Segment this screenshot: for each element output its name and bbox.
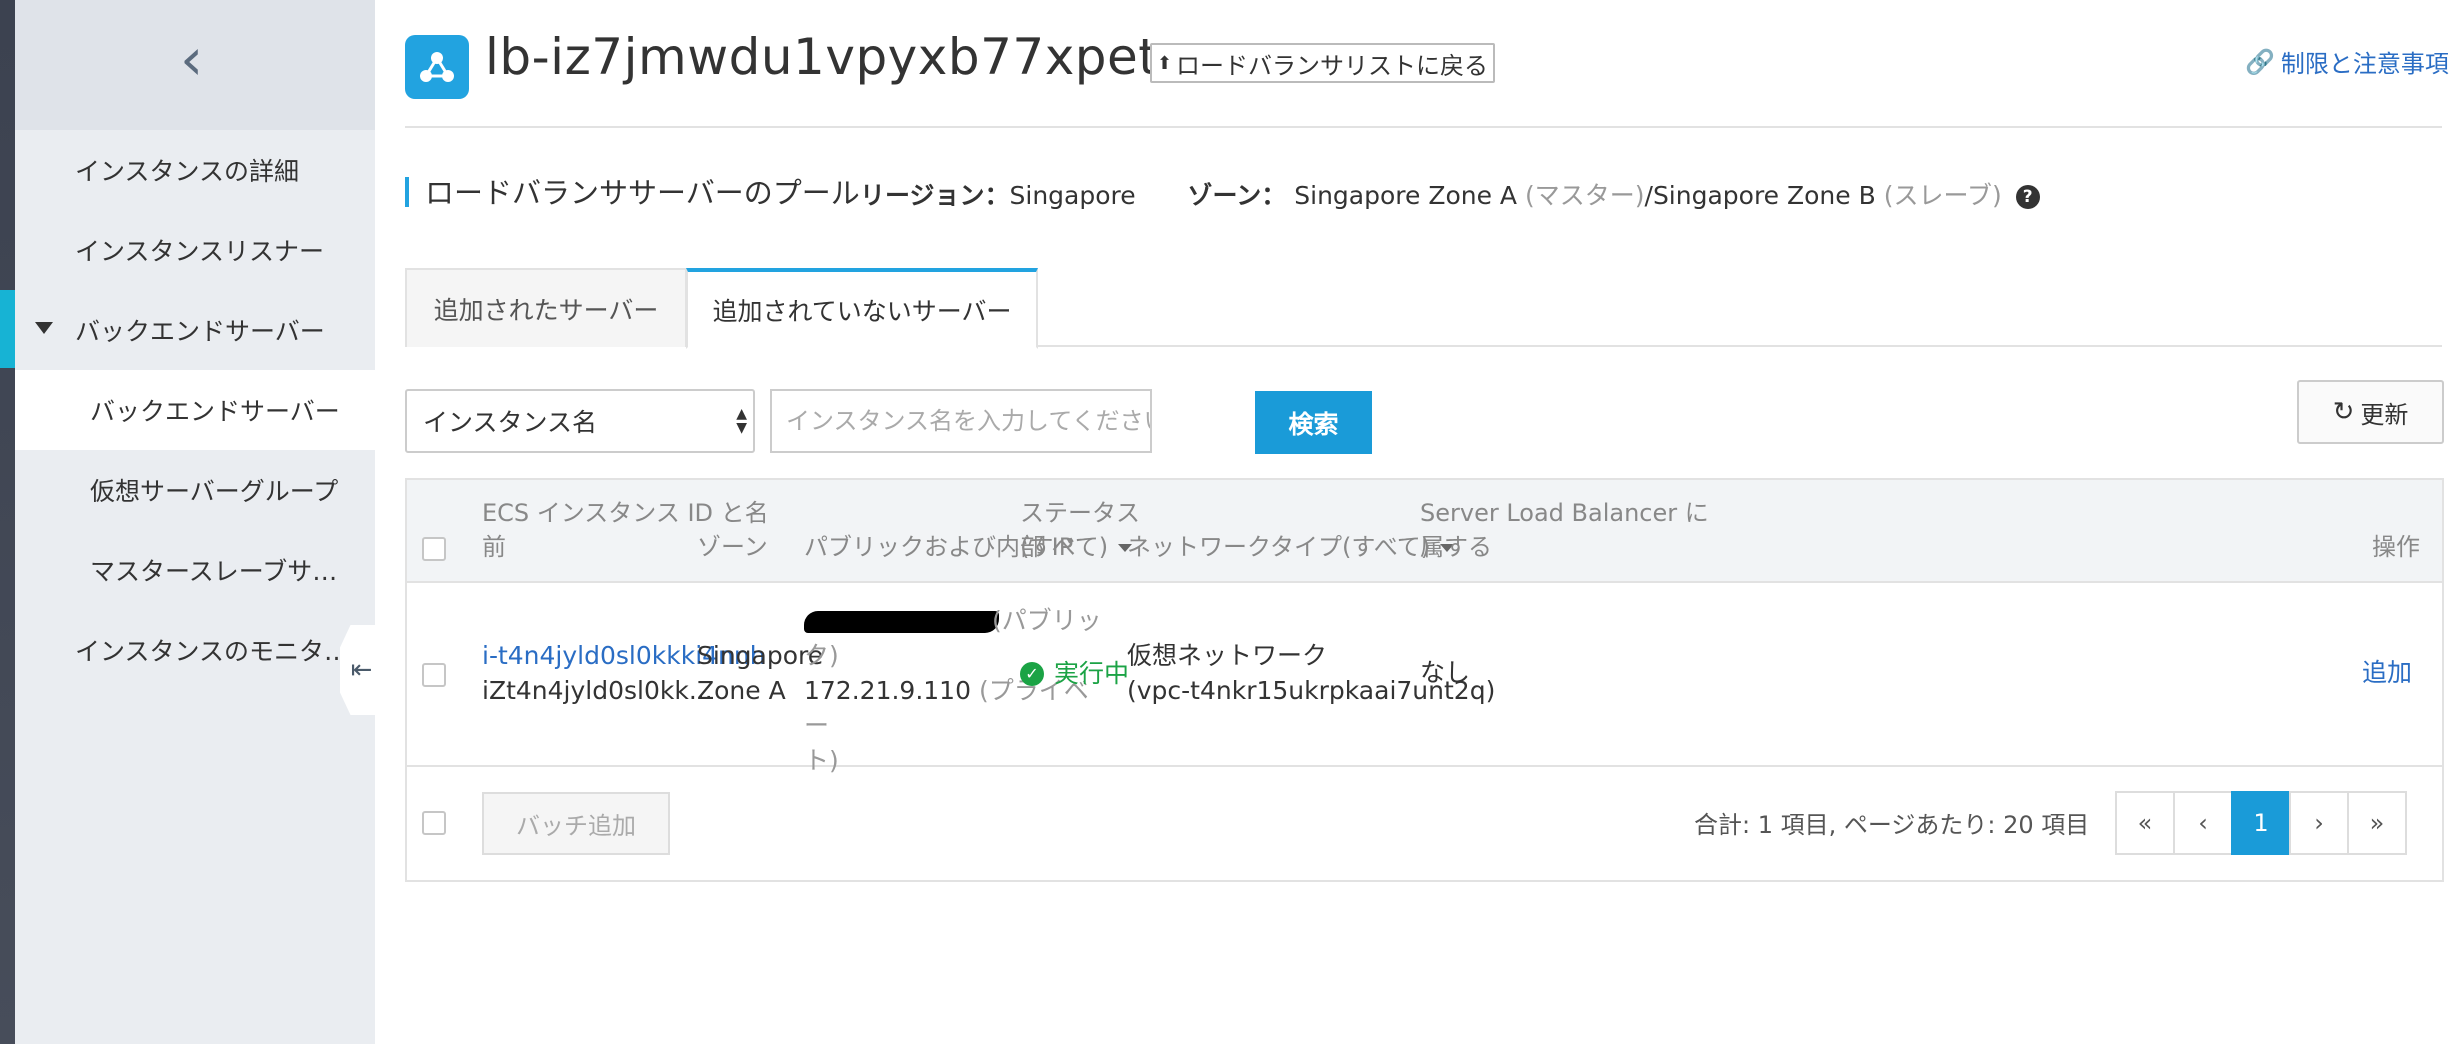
status-badge: 実行中 (1054, 659, 1130, 688)
sidebar-item-monitoring[interactable]: インスタンスのモニタ… (15, 610, 375, 690)
tab-label: 追加されたサーバー (433, 295, 659, 325)
first-page-button[interactable]: « (2115, 791, 2175, 855)
footer-select-all-checkbox[interactable] (422, 811, 446, 835)
instance-name: iZt4n4jyld0sl0kk... (482, 676, 713, 705)
tab-not-added-servers[interactable]: 追加されていないサーバー (686, 268, 1038, 349)
slb-cell: なし (1420, 658, 1471, 687)
table-footer: バッチ追加 合計: 1 項目, ページあたり: 20 項目 « ‹ 1 › » (407, 767, 2442, 880)
upload-arrow-icon: ⬆ (1156, 52, 1173, 74)
sidebar-back-area: ‹ (15, 0, 375, 130)
add-server-link[interactable]: 追加 (2362, 655, 2412, 690)
table-header: ECS インスタンス ID と名前 ゾーン パブリックおよび内部 IP ステータ… (407, 480, 2442, 583)
sidebar-item-label: インスタンスのモニタ… (75, 637, 350, 666)
sidebar-item-listeners[interactable]: インスタンスリスナー (15, 210, 375, 290)
header-action: 操作 (2372, 533, 2420, 561)
app-rail (0, 0, 15, 1044)
header-network-type[interactable]: ネットワークタイプ(すべて) (1127, 530, 1455, 564)
public-ip-tag-cont: ク) (804, 641, 839, 670)
row-checkbox[interactable] (422, 663, 446, 687)
tab-added-servers[interactable]: 追加されたサーバー (405, 268, 687, 347)
refresh-icon: ↻ (2332, 397, 2355, 427)
zone-b: /Singapore Zone B (1644, 181, 1876, 210)
load-balancer-icon (405, 35, 469, 99)
refresh-label: 更新 (2360, 400, 2409, 429)
sidebar-item-label: 仮想サーバーグループ (90, 477, 339, 506)
pagination: « ‹ 1 › » (2115, 791, 2407, 855)
search-button[interactable]: 検索 (1255, 391, 1372, 454)
sidebar-item-label: マスタースレーブサ… (90, 557, 338, 586)
select-all-checkbox[interactable] (422, 537, 446, 561)
servers-table: ECS インスタンス ID と名前 ゾーン パブリックおよび内部 IP ステータ… (405, 478, 2444, 882)
sidebar-item-instance-details[interactable]: インスタンスの詳細 (15, 130, 375, 210)
zone-label: ゾーン： (1187, 181, 1287, 210)
sidebar-collapse-handle[interactable]: ⇤ (340, 625, 375, 715)
private-ip: 172.21.9.110 (804, 676, 971, 705)
back-to-list-button[interactable]: ⬆ ロードバランサリストに戻る (1150, 43, 1495, 83)
region-zone-info: リージョン：Singapore ゾーン： Singapore Zone A (マ… (860, 176, 2040, 212)
search-type-select[interactable]: インスタンス名 ▲ ▼ (405, 389, 755, 453)
sidebar-item-vserver-groups[interactable]: 仮想サーバーグループ (15, 450, 375, 530)
page-1-button[interactable]: 1 (2231, 791, 2291, 855)
prev-page-button[interactable]: ‹ (2173, 791, 2233, 855)
collapse-icon: ⇤ (350, 655, 373, 685)
header-zone: ゾーン (697, 533, 768, 561)
sidebar-item-label: バックエンドサーバー (90, 397, 340, 426)
batch-add-button[interactable]: バッチ追加 (482, 792, 670, 855)
tab-label: 追加されていないサーバー (712, 296, 1012, 326)
back-to-list-label: ロードバランサリストに戻る (1176, 51, 1489, 80)
search-input[interactable] (770, 389, 1152, 453)
zone-b-role: (スレーブ) (1883, 181, 2002, 210)
page-title: lb-iz7jmwdu1vpyxb77xpetc (485, 28, 1187, 86)
check-circle-icon: ✓ (1020, 661, 1044, 686)
public-ip-tag: (パブリッ (992, 606, 1102, 635)
region-value: Singapore (1009, 181, 1136, 210)
section-accent-bar (405, 177, 409, 207)
zone-a-role: (マスター) (1525, 181, 1645, 210)
app-rail-active-marker (0, 290, 15, 368)
header-slb: Server Load Balancer に属する (1420, 499, 1709, 561)
refresh-button[interactable]: ↻ 更新 (2297, 380, 2444, 444)
caret-down-icon (35, 322, 53, 334)
main-content: lb-iz7jmwdu1vpyxb77xpetc ⬆ ロードバランサリストに戻る … (375, 0, 2462, 1044)
section-title: ロードバランササーバーのプール (425, 176, 860, 210)
sidebar-item-master-slave[interactable]: マスタースレーブサ… (15, 530, 375, 610)
last-page-button[interactable]: » (2347, 791, 2407, 855)
region-label: リージョン： (860, 181, 1010, 210)
select-arrows-icon: ▲ ▼ (736, 406, 747, 436)
header-divider (405, 126, 2442, 128)
status-cell: ✓ 実行中 (1020, 656, 1129, 691)
next-page-button[interactable]: › (2289, 791, 2349, 855)
paperclip-icon: 🔗 (2245, 47, 2275, 76)
limits-link[interactable]: 🔗 制限と注意事項 (2245, 44, 2449, 79)
zone-a: Singapore Zone A (1294, 181, 1518, 210)
sidebar-item-label: インスタンスの詳細 (75, 157, 300, 186)
back-chevron-icon[interactable]: ‹ (180, 30, 203, 88)
sidebar: ‹ インスタンスの詳細 インスタンスリスナー バックエンドサーバー バックエンド… (15, 0, 375, 1044)
sidebar-item-backend-servers-group[interactable]: バックエンドサーバー (15, 290, 375, 370)
sidebar-item-label: インスタンスリスナー (75, 237, 325, 266)
redacted-public-ip (804, 611, 999, 633)
help-icon[interactable]: ? (2015, 185, 2040, 209)
pagination-summary: 合計: 1 項目, ページあたり: 20 項目 (1694, 811, 2090, 839)
header-status[interactable]: ステータス (すべて) (1020, 496, 1140, 564)
sidebar-item-label: バックエンドサーバー (75, 317, 325, 346)
table-row: i-t4n4jyld0sl0kkki4nnh iZt4n4jyld0sl0kk.… (407, 583, 2442, 775)
sidebar-item-backend-servers[interactable]: バックエンドサーバー (15, 370, 375, 450)
limits-link-label: 制限と注意事項 (2280, 50, 2449, 78)
search-type-value: インスタンス名 (423, 408, 598, 437)
